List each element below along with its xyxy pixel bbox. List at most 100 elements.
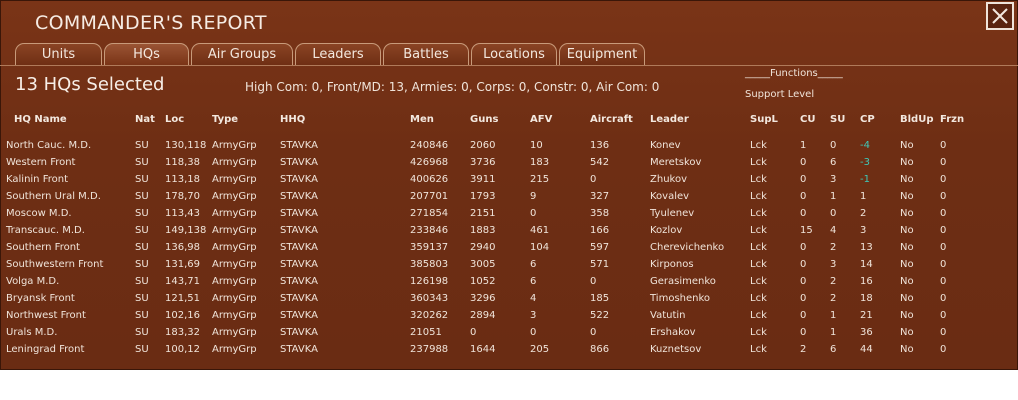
tab-air-groups[interactable]: Air Groups <box>191 43 293 65</box>
cell-cp: 14 <box>860 259 873 270</box>
cell-hq-name: Volga M.D. <box>6 276 60 287</box>
cell-bldup: No <box>900 293 914 304</box>
column-header-su[interactable]: SU <box>830 114 845 125</box>
cell-type: ArmyGrp <box>212 225 257 236</box>
table-row[interactable]: Western Front SU 118,38 ArmyGrp STAVKA 426968… <box>0 157 1018 174</box>
cell-guns: 1644 <box>470 344 496 355</box>
cell-afv: 0 <box>530 327 537 338</box>
cell-guns: 3736 <box>470 157 496 168</box>
tab-leaders[interactable]: Leaders <box>295 43 381 65</box>
column-header-cp[interactable]: CP <box>860 114 875 125</box>
cell-leader: Konev <box>650 140 681 151</box>
column-header-nat[interactable]: Nat <box>135 114 155 125</box>
table-row[interactable]: Southwestern Front SU 131,69 ArmyGrp STAVKA 3… <box>0 259 1018 276</box>
column-header-leader[interactable]: Leader <box>650 114 689 125</box>
table-row[interactable]: Southern Front SU 136,98 ArmyGrp STAVKA 35913… <box>0 242 1018 259</box>
cell-men: 385803 <box>410 259 449 270</box>
cell-type: ArmyGrp <box>212 344 257 355</box>
cell-men: 400626 <box>410 174 449 185</box>
cell-leader: Zhukov <box>650 174 687 185</box>
cell-bldup: No <box>900 157 914 168</box>
cell-su: 4 <box>830 225 837 236</box>
cell-nat: SU <box>135 208 149 219</box>
column-header-loc[interactable]: Loc <box>165 114 184 125</box>
column-header-cu[interactable]: CU <box>800 114 815 125</box>
cell-hq-name: Northwest Front <box>6 310 86 321</box>
table-row[interactable]: Leningrad Front SU 100,12 ArmyGrp STAVKA 2379… <box>0 344 1018 361</box>
cell-aircraft: 866 <box>590 344 610 355</box>
table-row[interactable]: Volga M.D. SU 143,71 ArmyGrp STAVKA 126198 105… <box>0 276 1018 293</box>
cell-aircraft: 166 <box>590 225 610 236</box>
cell-guns: 1883 <box>470 225 496 236</box>
table-row[interactable]: Urals M.D. SU 183,32 ArmyGrp STAVKA 21051 0 0 0 E… <box>0 327 1018 344</box>
cell-su: 0 <box>830 140 837 151</box>
table-row[interactable]: Kalinin Front SU 113,18 ArmyGrp STAVKA 400626… <box>0 174 1018 191</box>
cell-hhq: STAVKA <box>280 259 318 270</box>
cell-guns: 3005 <box>470 259 496 270</box>
cell-afv: 461 <box>530 225 550 236</box>
cell-supl: Lck <box>750 310 767 321</box>
cell-leader: Kozlov <box>650 225 683 236</box>
cell-type: ArmyGrp <box>212 310 257 321</box>
tab-units[interactable]: Units <box>15 43 102 65</box>
column-header-aircraft[interactable]: Aircraft <box>590 114 633 125</box>
cell-frzn: 0 <box>940 174 947 185</box>
close-button[interactable] <box>986 2 1014 30</box>
column-header-afv[interactable]: AFV <box>530 114 552 125</box>
cell-cu: 0 <box>800 327 807 338</box>
column-header-frzn[interactable]: Frzn <box>940 114 964 125</box>
cell-cu: 0 <box>800 174 807 185</box>
tab-hqs[interactable]: HQs <box>104 43 189 65</box>
table-row[interactable]: North Cauc. M.D. SU 130,118 ArmyGrp STAVKA 24… <box>0 140 1018 157</box>
cell-men: 207701 <box>410 191 449 202</box>
cell-su: 0 <box>830 208 837 219</box>
cell-bldup: No <box>900 140 914 151</box>
cell-cu: 15 <box>800 225 813 236</box>
cell-cp: 44 <box>860 344 873 355</box>
tab-locations[interactable]: Locations <box>471 43 557 65</box>
tab-equipment[interactable]: Equipment <box>559 43 645 65</box>
table-row[interactable]: Transcauc. M.D. SU 149,138 ArmyGrp STAVKA 233… <box>0 225 1018 242</box>
cell-frzn: 0 <box>940 259 947 270</box>
table-row[interactable]: Northwest Front SU 102,16 ArmyGrp STAVKA 3202… <box>0 310 1018 327</box>
column-header-hhq[interactable]: HHQ <box>280 114 305 125</box>
column-header-supl[interactable]: SupL <box>750 114 778 125</box>
cell-nat: SU <box>135 293 149 304</box>
cell-guns: 1793 <box>470 191 496 202</box>
cell-nat: SU <box>135 310 149 321</box>
cell-aircraft: 358 <box>590 208 610 219</box>
cell-afv: 3 <box>530 310 537 321</box>
cell-su: 2 <box>830 242 837 253</box>
column-header-hq-name[interactable]: HQ Name <box>14 114 67 125</box>
table-row[interactable]: Moscow M.D. SU 113,43 ArmyGrp STAVKA 271854 21… <box>0 208 1018 225</box>
cell-loc: 100,12 <box>165 344 200 355</box>
table-row[interactable]: Southern Ural M.D. SU 178,70 ArmyGrp STAVKA 2… <box>0 191 1018 208</box>
cell-supl: Lck <box>750 242 767 253</box>
table-row[interactable]: Bryansk Front SU 121,51 ArmyGrp STAVKA 360343… <box>0 293 1018 310</box>
cell-bldup: No <box>900 276 914 287</box>
column-header-men[interactable]: Men <box>410 114 434 125</box>
cell-loc: 113,18 <box>165 174 200 185</box>
cell-aircraft: 0 <box>590 174 597 185</box>
cell-bldup: No <box>900 225 914 236</box>
cell-leader: Meretskov <box>650 157 702 168</box>
column-header-bldup[interactable]: BldUp <box>900 114 934 125</box>
column-header-type[interactable]: Type <box>212 114 238 125</box>
cell-supl: Lck <box>750 157 767 168</box>
cell-guns: 2151 <box>470 208 496 219</box>
cell-men: 426968 <box>410 157 449 168</box>
column-header-guns[interactable]: Guns <box>470 114 498 125</box>
cell-hhq: STAVKA <box>280 208 318 219</box>
cell-loc: 113,43 <box>165 208 200 219</box>
tab-battles[interactable]: Battles <box>383 43 469 65</box>
cell-su: 6 <box>830 157 837 168</box>
cell-loc: 102,16 <box>165 310 200 321</box>
cell-loc: 136,98 <box>165 242 200 253</box>
support-level-legend: Support Level <box>745 89 815 100</box>
cell-men: 126198 <box>410 276 449 287</box>
cell-men: 240846 <box>410 140 449 151</box>
cell-hq-name: North Cauc. M.D. <box>6 140 92 151</box>
cell-afv: 6 <box>530 259 537 270</box>
selection-summary: High Com: 0, Front/MD: 13, Armies: 0, Co… <box>245 80 660 94</box>
cell-guns: 2894 <box>470 310 496 321</box>
